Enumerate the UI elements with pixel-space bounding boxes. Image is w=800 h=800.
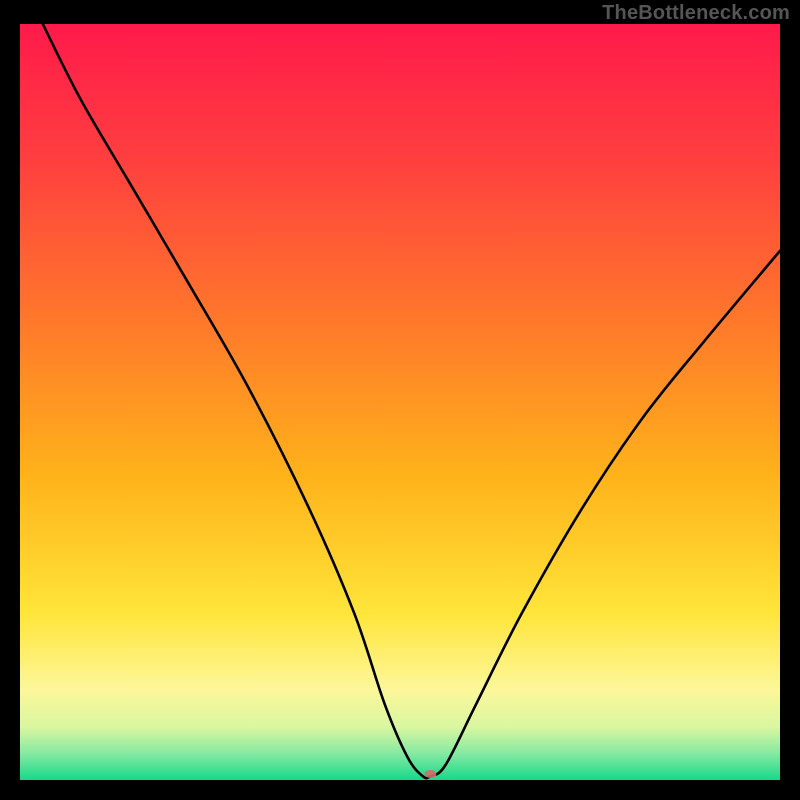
plot-svg [20,24,780,780]
plot-area [20,24,780,780]
optimum-marker [424,770,436,778]
gradient-background [20,24,780,780]
chart-frame: TheBottleneck.com [0,0,800,800]
watermark-text: TheBottleneck.com [602,2,790,25]
